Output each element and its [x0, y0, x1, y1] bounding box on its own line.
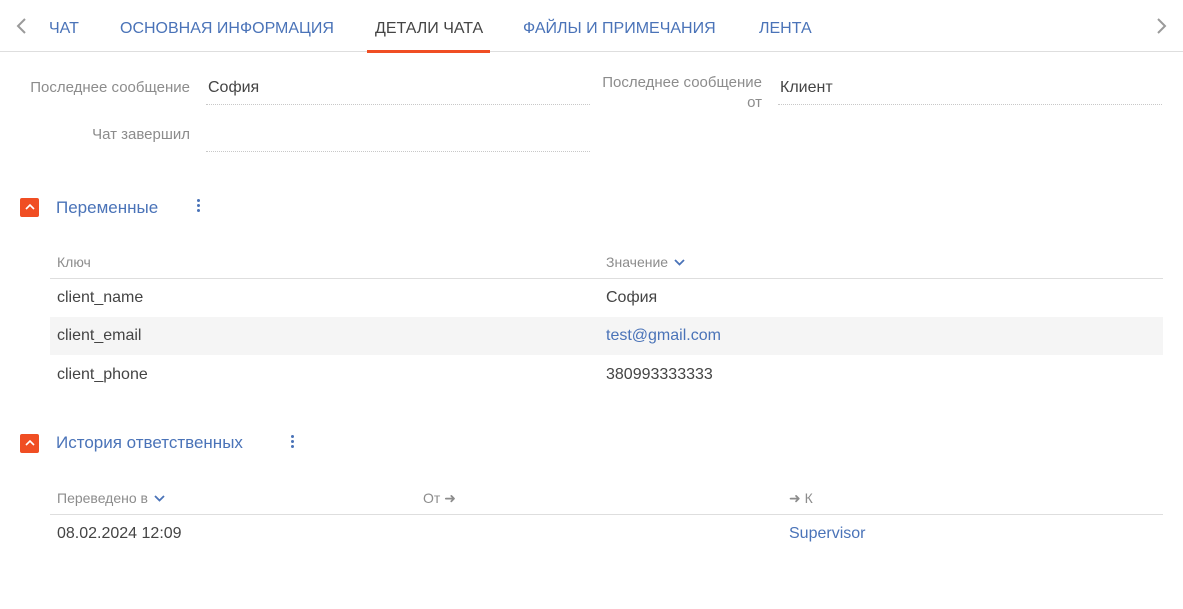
column-from[interactable]: От ➜	[423, 489, 456, 507]
table-row[interactable]: client_name София	[50, 279, 1163, 317]
last-message-from-label-line2: от	[747, 94, 762, 111]
arrow-right-icon: ➜	[444, 490, 456, 506]
chevron-right-icon[interactable]	[1151, 16, 1171, 36]
chat-ended-by-label: Чат завершил	[92, 126, 190, 143]
column-key[interactable]: Ключ	[57, 253, 91, 271]
history-collapse-toggle[interactable]	[20, 434, 39, 453]
column-value-label: Значение	[606, 254, 669, 270]
column-transferred[interactable]: Переведено в	[57, 489, 165, 507]
column-to[interactable]: ➜ К	[789, 489, 813, 507]
arrow-right-icon: ➜	[789, 490, 801, 506]
tab-main-info[interactable]: ОСНОВНАЯ ИНФОРМАЦИЯ	[120, 0, 334, 52]
variable-value: София	[606, 289, 658, 306]
history-transferred: 08.02.2024 12:09	[57, 525, 182, 542]
table-row[interactable]: client_phone 380993333333	[50, 356, 1163, 394]
chat-ended-by-field[interactable]	[206, 124, 590, 152]
last-message-field[interactable]: София	[206, 77, 590, 105]
variable-value: 380993333333	[606, 366, 713, 383]
history-grid-header: Переведено в От ➜ ➜ К	[50, 485, 1163, 515]
column-value[interactable]: Значение	[606, 253, 685, 271]
sort-chevron-down-icon	[154, 495, 165, 502]
column-from-label: От	[423, 490, 441, 506]
variable-key: client_phone	[57, 366, 148, 383]
chevron-left-icon[interactable]	[12, 16, 32, 36]
variable-value-email-link[interactable]: test@gmail.com	[606, 326, 721, 346]
table-row[interactable]: 08.02.2024 12:09 Supervisor	[50, 515, 1163, 553]
variable-key: client_name	[57, 289, 144, 306]
last-message-from-label: Последнее сообщение от	[580, 73, 762, 113]
tab-feed[interactable]: ЛЕНТА	[759, 0, 812, 52]
column-to-label: К	[804, 490, 813, 506]
history-to-link[interactable]: Supervisor	[789, 524, 865, 544]
tab-chat-details[interactable]: ДЕТАЛИ ЧАТА	[366, 0, 491, 53]
variables-section-title[interactable]: Переменные	[56, 197, 158, 219]
last-message-from-field[interactable]: Клиент	[778, 77, 1162, 105]
tab-chat[interactable]: ЧАТ	[49, 0, 79, 52]
variable-key: client_email	[57, 327, 142, 344]
sort-chevron-down-icon	[674, 259, 685, 266]
variables-more-icon[interactable]	[192, 196, 204, 218]
last-message-label: Последнее сообщение	[30, 79, 190, 96]
variables-grid-header: Ключ Значение	[50, 249, 1163, 279]
chevron-up-icon	[24, 203, 35, 210]
tab-files-notes[interactable]: ФАЙЛЫ И ПРИМЕЧАНИЯ	[523, 0, 716, 52]
history-more-icon[interactable]	[286, 432, 298, 454]
tab-bar: ЧАТ ОСНОВНАЯ ИНФОРМАЦИЯ ДЕТАЛИ ЧАТА ФАЙЛ…	[0, 0, 1183, 53]
variables-collapse-toggle[interactable]	[20, 198, 39, 217]
chevron-up-icon	[24, 439, 35, 446]
history-section-title[interactable]: История ответственных	[56, 432, 243, 454]
table-row[interactable]: client_email test@gmail.com	[50, 317, 1163, 355]
last-message-from-label-line1: Последнее сообщение	[602, 74, 762, 91]
column-transferred-label: Переведено в	[57, 490, 148, 506]
